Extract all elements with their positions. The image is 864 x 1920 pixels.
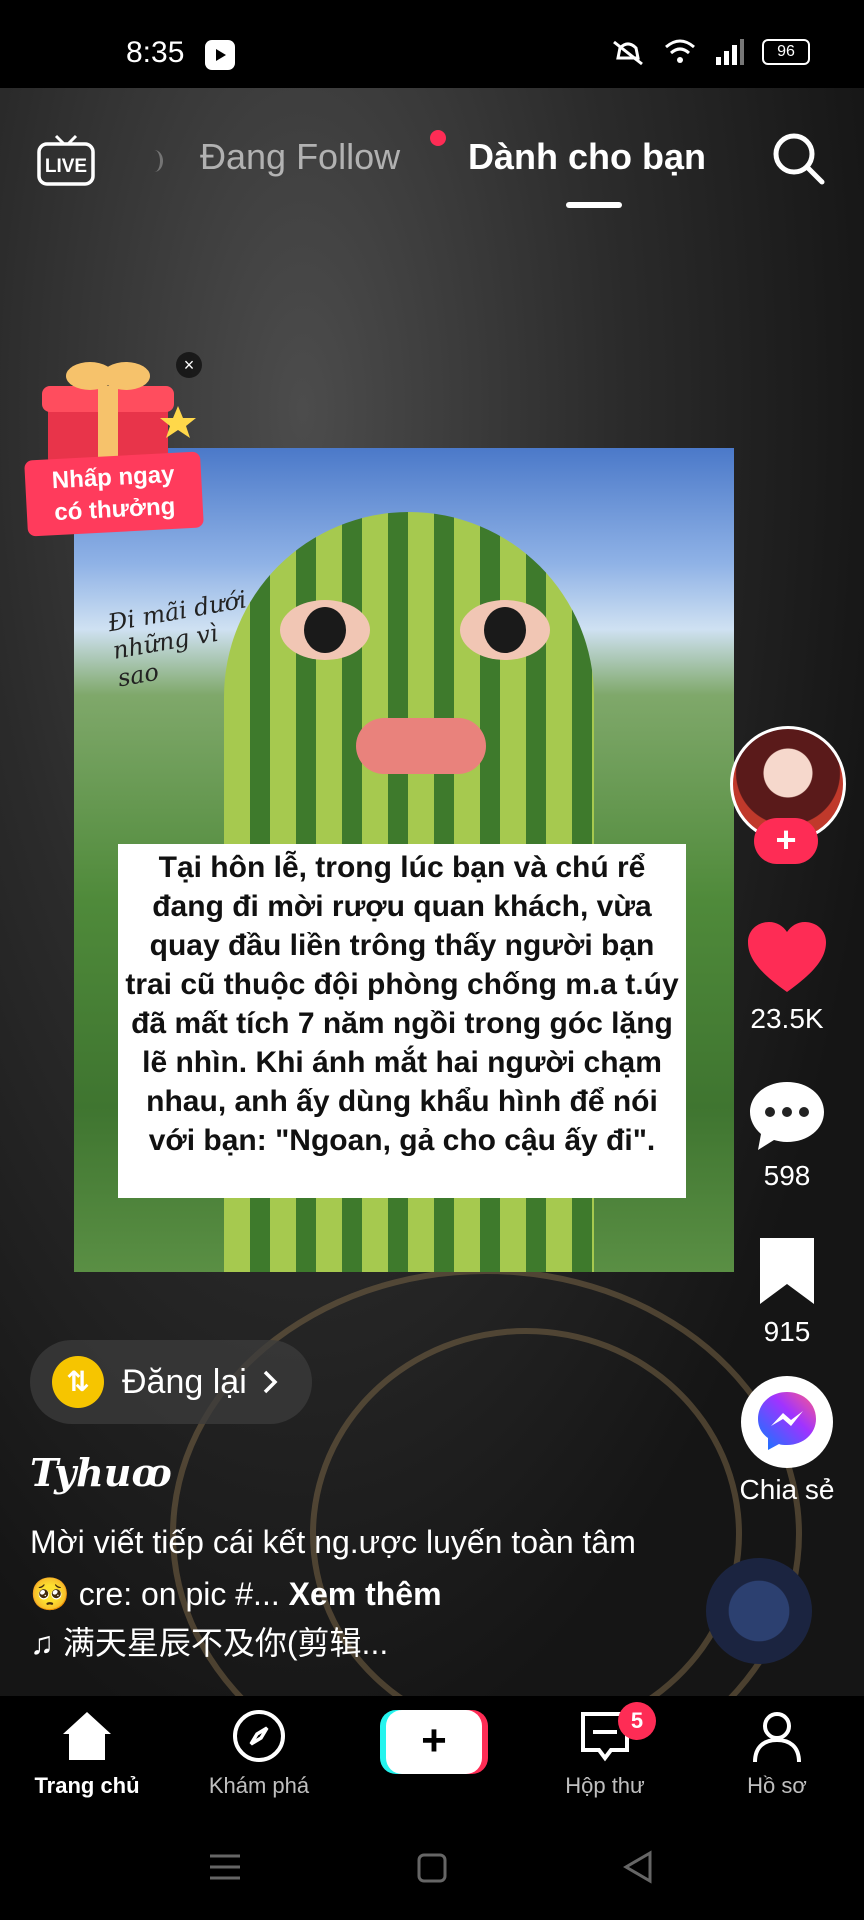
post-caption[interactable]: Mời viết tiếp cái kết ng.ược luyến toàn … — [30, 1516, 650, 1620]
close-icon[interactable]: × — [176, 352, 202, 378]
live-button[interactable]: LIVE — [36, 132, 96, 188]
signal-icon — [716, 39, 744, 65]
home-square-icon[interactable] — [416, 1852, 448, 1884]
system-nav-bar — [0, 1816, 864, 1920]
right-eye — [460, 600, 550, 660]
menu-icon[interactable] — [208, 1852, 242, 1882]
bookmark-icon — [760, 1238, 814, 1304]
repost-button[interactable]: ⇅ Đăng lại — [30, 1340, 312, 1424]
home-icon — [63, 1712, 111, 1760]
nav-explore-label: Khám phá — [208, 1773, 310, 1798]
gift-promo-label[interactable]: Nhấp ngay có thưởng — [24, 451, 204, 537]
active-tab-indicator — [566, 202, 622, 208]
battery-icon: 96 — [762, 39, 810, 65]
bookmark-button[interactable] — [746, 1236, 828, 1311]
status-time: 8:35 — [126, 36, 185, 69]
profile-icon — [753, 1712, 801, 1763]
search-button[interactable] — [768, 128, 828, 188]
back-icon[interactable] — [622, 1850, 654, 1884]
heart-icon — [748, 922, 826, 992]
messenger-icon — [758, 1392, 816, 1450]
search-icon — [773, 133, 825, 185]
nav-home-label: Trang chủ — [34, 1773, 140, 1798]
live-indicator — [146, 150, 163, 172]
repost-label: Đăng lại — [122, 1362, 247, 1401]
compass-icon — [233, 1710, 285, 1762]
nav-inbox[interactable]: Hộp thư — [530, 1708, 680, 1799]
music-disc-icon[interactable] — [706, 1558, 812, 1664]
music-title[interactable]: ♫ 满天星辰不及你(剪辑... — [30, 1618, 388, 1664]
nav-inbox-label: Hộp thư — [565, 1773, 645, 1798]
like-count: 23.5K — [750, 1003, 824, 1034]
live-icon: LIVE — [37, 134, 95, 186]
chevron-right-icon — [263, 1370, 278, 1394]
share-button[interactable] — [741, 1376, 833, 1468]
comment-count: 598 — [763, 1160, 811, 1191]
share-label: Chia sẻ — [739, 1474, 835, 1505]
repost-icon: ⇅ — [52, 1356, 104, 1408]
tab-following[interactable]: Đang Follow — [200, 136, 400, 178]
creator-username[interactable]: Tyhuꝏ — [30, 1450, 172, 1495]
mute-icon — [613, 40, 643, 66]
like-button[interactable] — [746, 920, 828, 1001]
lips — [356, 718, 486, 774]
nav-home[interactable]: Trang chủ — [12, 1708, 162, 1799]
tab-for-you[interactable]: Dành cho bạn — [468, 136, 706, 178]
follow-button[interactable]: + — [754, 818, 818, 864]
nav-explore[interactable]: Khám phá — [184, 1708, 334, 1799]
wifi-icon — [665, 39, 695, 63]
nav-profile-label: Hồ sơ — [747, 1773, 807, 1798]
notification-dot — [430, 130, 446, 146]
post-image: Đi mãi dưới những vì sao Tại hôn lễ, tro… — [74, 448, 734, 1272]
svg-text:LIVE: LIVE — [45, 156, 87, 177]
nav-profile[interactable]: Hồ sơ — [702, 1708, 852, 1799]
inbox-badge: 5 — [618, 1702, 656, 1740]
status-bar: 8:35 96 — [0, 0, 864, 88]
create-button[interactable]: + — [386, 1710, 482, 1774]
left-eye — [280, 600, 370, 660]
status-icons: 96 — [610, 38, 810, 66]
bookmark-count: 915 — [763, 1316, 811, 1347]
youtube-icon — [205, 40, 235, 70]
comment-button[interactable] — [746, 1078, 828, 1159]
story-text: Tại hôn lễ, trong lúc bạn và chú rể đang… — [118, 844, 686, 1198]
see-more-link[interactable]: Xem thêm — [289, 1576, 442, 1612]
comment-icon — [750, 1082, 824, 1150]
